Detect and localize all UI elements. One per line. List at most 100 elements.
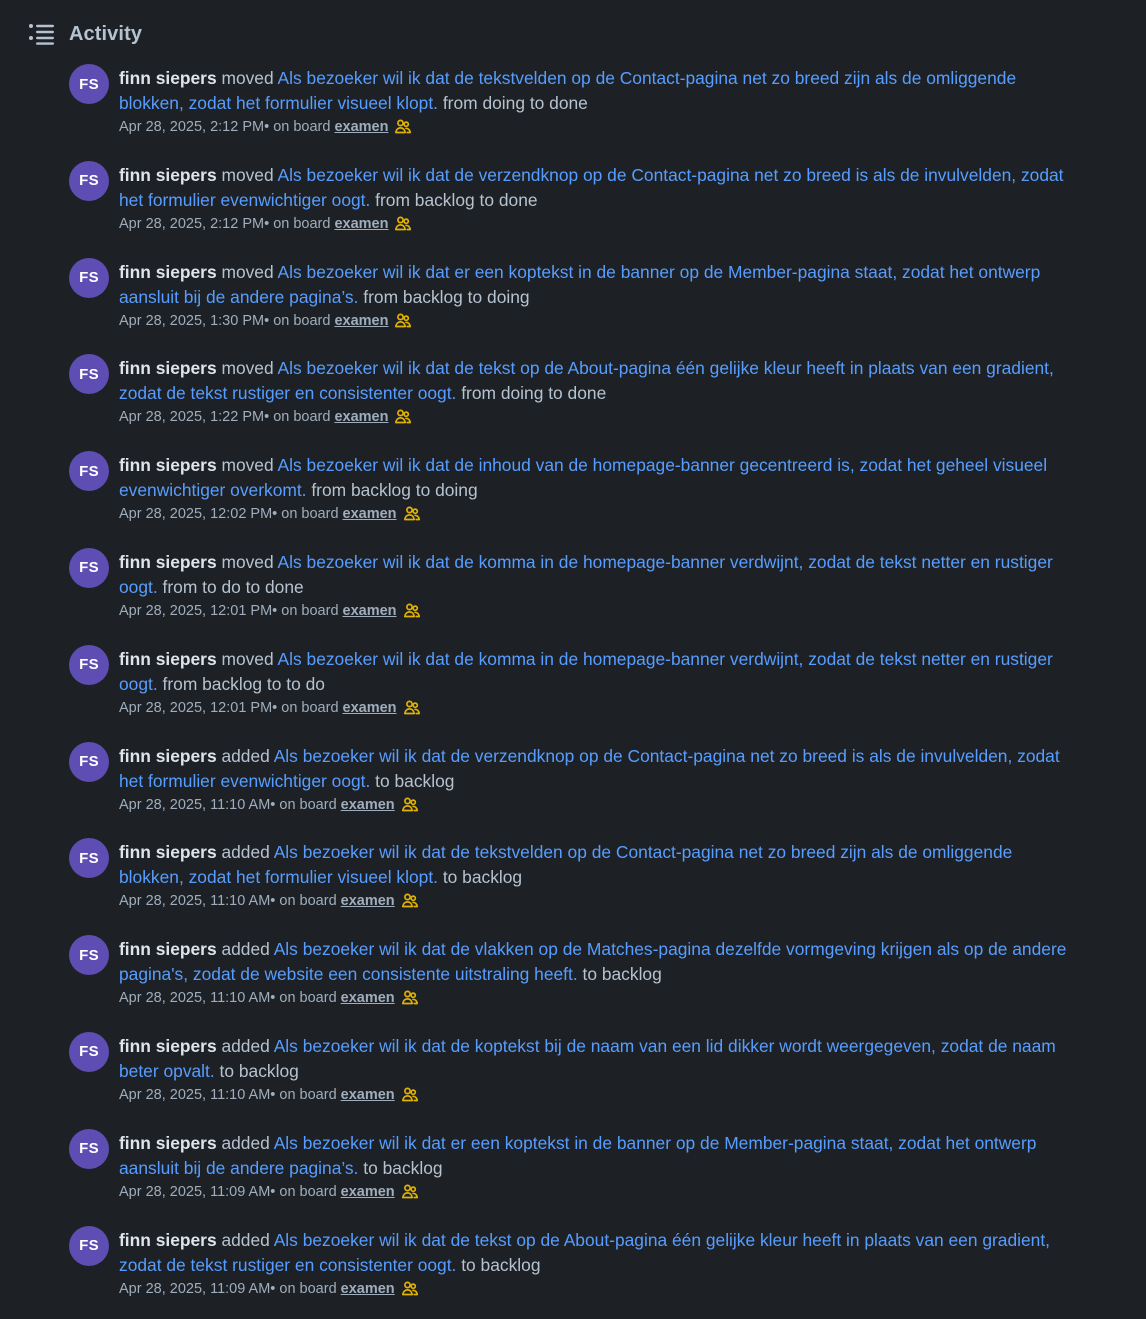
board-link[interactable]: examen [341, 795, 395, 815]
activity-meta: Apr 28, 2025, 1:22 PM • on board examen [119, 407, 1079, 427]
activity-item: FS finn siepers moved Als bezoeker wil ik… [0, 545, 1146, 642]
board-link[interactable]: examen [341, 988, 395, 1008]
activity-body: finn siepers added Als bezoeker wil ik d… [119, 1034, 1079, 1105]
board-link[interactable]: examen [341, 1279, 395, 1299]
board-link[interactable]: examen [343, 504, 397, 524]
activity-action: added [216, 1035, 274, 1056]
activity-text: finn siepers moved Als bezoeker wil ik d… [119, 66, 1079, 116]
activity-detail: from backlog to done [370, 189, 538, 210]
activity-timestamp[interactable]: Apr 28, 2025, 11:10 AM [119, 891, 270, 911]
activity-meta: Apr 28, 2025, 11:10 AM • on board examen [119, 988, 1079, 1008]
workspace-members-icon [401, 1086, 419, 1104]
member-name[interactable]: finn siepers [119, 165, 217, 185]
workspace-members-icon [403, 505, 421, 523]
activity-action: moved [216, 455, 278, 476]
activity-timestamp[interactable]: Apr 28, 2025, 12:01 PM [119, 698, 272, 718]
activity-timestamp[interactable]: Apr 28, 2025, 11:09 AM [119, 1182, 270, 1202]
member-name[interactable]: finn siepers [119, 939, 217, 959]
member-avatar[interactable]: FS [69, 64, 109, 104]
activity-timestamp[interactable]: Apr 28, 2025, 1:30 PM [119, 311, 264, 331]
member-avatar[interactable]: FS [69, 257, 109, 298]
member-avatar[interactable]: FS [69, 160, 109, 201]
activity-body: finn siepers moved Als bezoeker wil ik d… [119, 66, 1079, 137]
member-name[interactable]: finn siepers [119, 455, 217, 475]
activity-text: finn siepers added Als bezoeker wil ik d… [119, 1131, 1079, 1181]
member-avatar[interactable]: FS [69, 1128, 109, 1169]
on-board-label: • on board [272, 699, 339, 716]
board-link[interactable]: examen [341, 1085, 395, 1105]
member-name[interactable]: finn siepers [119, 552, 217, 572]
activity-body: finn siepers moved Als bezoeker wil ik d… [119, 163, 1079, 234]
activity-text: finn siepers moved Als bezoeker wil ik d… [119, 647, 1079, 697]
activity-body: finn siepers added Als bezoeker wil ik d… [119, 744, 1079, 815]
member-name[interactable]: finn siepers [119, 746, 217, 766]
activity-item: FS finn siepers added Als bezoeker wil ik… [0, 739, 1146, 836]
board-link[interactable]: examen [334, 117, 388, 137]
workspace-members-icon [401, 989, 419, 1007]
activity-text: finn siepers added Als bezoeker wil ik d… [119, 840, 1079, 890]
activity-text: finn siepers moved Als bezoeker wil ik d… [119, 550, 1079, 600]
activity-body: finn siepers moved Als bezoeker wil ik d… [119, 260, 1079, 331]
member-name[interactable]: finn siepers [119, 1133, 217, 1153]
activity-timestamp[interactable]: Apr 28, 2025, 11:10 AM [119, 988, 270, 1008]
member-avatar[interactable]: FS [69, 1031, 109, 1072]
activity-detail: to backlog [370, 770, 455, 791]
activity-meta: Apr 28, 2025, 11:09 AM • on board examen [119, 1279, 1079, 1299]
activity-timestamp[interactable]: Apr 28, 2025, 11:10 AM [119, 795, 270, 815]
member-avatar[interactable]: FS [69, 354, 109, 395]
activity-detail: to backlog [214, 1060, 299, 1081]
activity-item: FS finn siepers added Als bezoeker wil ik… [0, 835, 1146, 932]
activity-list: FS finn siepers moved Als bezoeker wil ik… [0, 61, 1146, 1319]
member-avatar[interactable]: FS [69, 741, 109, 782]
activity-body: finn siepers added Als bezoeker wil ik d… [119, 1228, 1079, 1299]
member-name[interactable]: finn siepers [119, 649, 217, 669]
on-board-label: • on board [272, 602, 339, 619]
activity-body: finn siepers moved Als bezoeker wil ik d… [119, 453, 1079, 524]
activity-meta: Apr 28, 2025, 12:01 PM • on board examen [119, 601, 1079, 621]
board-link[interactable]: examen [341, 891, 395, 911]
board-link[interactable]: examen [341, 1182, 395, 1202]
on-board-label: • on board [270, 1280, 337, 1297]
activity-meta: Apr 28, 2025, 2:12 PM • on board examen [119, 117, 1079, 137]
member-avatar[interactable]: FS [69, 935, 109, 976]
member-name[interactable]: finn siepers [119, 358, 217, 378]
activity-timestamp[interactable]: Apr 28, 2025, 12:01 PM [119, 601, 272, 621]
on-board-label: • on board [270, 990, 337, 1007]
activity-detail: to backlog [358, 1157, 443, 1178]
on-board-label: • on board [272, 506, 339, 523]
board-link[interactable]: examen [334, 311, 388, 331]
activity-timestamp[interactable]: Apr 28, 2025, 2:12 PM [119, 117, 264, 137]
activity-body: finn siepers moved Als bezoeker wil ik d… [119, 647, 1079, 718]
activity-item: FS finn siepers added Als bezoeker wil ik… [0, 1126, 1146, 1223]
activity-action: added [216, 939, 274, 960]
activity-item: FS finn siepers moved Als bezoeker wil ik… [0, 255, 1146, 352]
member-name[interactable]: finn siepers [119, 842, 217, 862]
board-link[interactable]: examen [334, 214, 388, 234]
workspace-members-icon [394, 215, 412, 233]
activity-detail: from doing to done [456, 383, 607, 404]
board-link[interactable]: examen [334, 407, 388, 427]
activity-text: finn siepers moved Als bezoeker wil ik d… [119, 356, 1079, 406]
member-avatar[interactable]: FS [69, 451, 109, 492]
member-name[interactable]: finn siepers [119, 1230, 217, 1250]
workspace-members-icon [394, 312, 412, 330]
activity-timestamp[interactable]: Apr 28, 2025, 1:22 PM [119, 407, 264, 427]
activity-body: finn siepers moved Als bezoeker wil ik d… [119, 356, 1079, 427]
workspace-members-icon [403, 699, 421, 717]
member-avatar[interactable]: FS [69, 838, 109, 879]
member-name[interactable]: finn siepers [119, 262, 217, 282]
member-name[interactable]: finn siepers [119, 68, 217, 88]
activity-timestamp[interactable]: Apr 28, 2025, 2:12 PM [119, 214, 264, 234]
activity-item: FS finn siepers moved Als bezoeker wil ik… [0, 448, 1146, 545]
activity-timestamp[interactable]: Apr 28, 2025, 11:09 AM [119, 1279, 270, 1299]
member-avatar[interactable]: FS [69, 644, 109, 685]
member-avatar[interactable]: FS [69, 1225, 109, 1266]
member-avatar[interactable]: FS [69, 547, 109, 588]
workspace-members-icon [403, 602, 421, 620]
activity-timestamp[interactable]: Apr 28, 2025, 11:10 AM [119, 1085, 270, 1105]
board-link[interactable]: examen [343, 601, 397, 621]
activity-timestamp[interactable]: Apr 28, 2025, 12:02 PM [119, 504, 272, 524]
board-link[interactable]: examen [343, 698, 397, 718]
workspace-members-icon [401, 892, 419, 910]
member-name[interactable]: finn siepers [119, 1036, 217, 1056]
